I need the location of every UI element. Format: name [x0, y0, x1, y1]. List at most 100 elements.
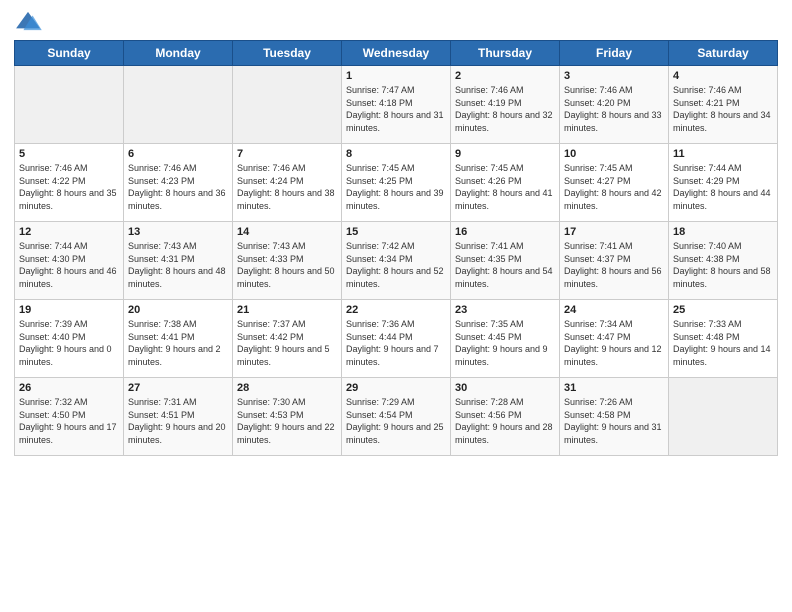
- day-number: 9: [455, 148, 555, 160]
- day-number: 6: [128, 148, 228, 160]
- day-info: Sunrise: 7:43 AM Sunset: 4:31 PM Dayligh…: [128, 240, 228, 290]
- day-number: 12: [19, 226, 119, 238]
- day-number: 23: [455, 304, 555, 316]
- day-info: Sunrise: 7:43 AM Sunset: 4:33 PM Dayligh…: [237, 240, 337, 290]
- calendar-cell: 31Sunrise: 7:26 AM Sunset: 4:58 PM Dayli…: [560, 378, 669, 456]
- day-info: Sunrise: 7:36 AM Sunset: 4:44 PM Dayligh…: [346, 318, 446, 368]
- calendar-cell: [669, 378, 778, 456]
- weekday-monday: Monday: [124, 41, 233, 66]
- day-number: 21: [237, 304, 337, 316]
- day-number: 25: [673, 304, 773, 316]
- day-info: Sunrise: 7:40 AM Sunset: 4:38 PM Dayligh…: [673, 240, 773, 290]
- day-number: 26: [19, 382, 119, 394]
- calendar-cell: 23 Sunrise: 7:35 AM Sunset: 4:45 PM Dayli…: [451, 300, 560, 378]
- day-info: Sunrise: 7:44 AM Sunset: 4:30 PM Dayligh…: [19, 240, 119, 290]
- day-number: 24: [564, 304, 664, 316]
- header: [14, 10, 778, 32]
- day-info: Sunrise: 7:45 AM Sunset: 4:26 PM Dayligh…: [455, 162, 555, 212]
- calendar-cell: 10 Sunrise: 7:45 AM Sunset: 4:27 PM Dayli…: [560, 144, 669, 222]
- calendar-cell: 21 Sunrise: 7:37 AM Sunset: 4:42 PM Dayli…: [233, 300, 342, 378]
- day-number: 29: [346, 382, 446, 394]
- weekday-tuesday: Tuesday: [233, 41, 342, 66]
- day-number: 28: [237, 382, 337, 394]
- day-number: 22: [346, 304, 446, 316]
- day-number: 19: [19, 304, 119, 316]
- calendar-cell: 9 Sunrise: 7:45 AM Sunset: 4:26 PM Daylig…: [451, 144, 560, 222]
- day-number: 15: [346, 226, 446, 238]
- week-row-2: 5Sunrise: 7:46 AM Sunset: 4:22 PM Daylig…: [15, 144, 778, 222]
- calendar-cell: 20Sunrise: 7:38 AM Sunset: 4:41 PM Dayli…: [124, 300, 233, 378]
- calendar-cell: 27 Sunrise: 7:31 AM Sunset: 4:51 PM Dayli…: [124, 378, 233, 456]
- week-row-3: 12 Sunrise: 7:44 AM Sunset: 4:30 PM Dayli…: [15, 222, 778, 300]
- calendar-cell: 7 Sunrise: 7:46 AM Sunset: 4:24 PM Daylig…: [233, 144, 342, 222]
- week-row-4: 19 Sunrise: 7:39 AM Sunset: 4:40 PM Dayli…: [15, 300, 778, 378]
- calendar-cell: [124, 66, 233, 144]
- calendar-cell: 8 Sunrise: 7:45 AM Sunset: 4:25 PM Daylig…: [342, 144, 451, 222]
- day-number: 27: [128, 382, 228, 394]
- day-info: Sunrise: 7:41 AM Sunset: 4:37 PM Dayligh…: [564, 240, 664, 290]
- day-number: 8: [346, 148, 446, 160]
- weekday-thursday: Thursday: [451, 41, 560, 66]
- day-number: 4: [673, 70, 773, 82]
- weekday-header-row: SundayMondayTuesdayWednesdayThursdayFrid…: [15, 41, 778, 66]
- weekday-friday: Friday: [560, 41, 669, 66]
- day-info: Sunrise: 7:35 AM Sunset: 4:45 PM Dayligh…: [455, 318, 555, 368]
- calendar-cell: [15, 66, 124, 144]
- main-container: SundayMondayTuesdayWednesdayThursdayFrid…: [0, 0, 792, 464]
- weekday-sunday: Sunday: [15, 41, 124, 66]
- calendar-cell: 26Sunrise: 7:32 AM Sunset: 4:50 PM Dayli…: [15, 378, 124, 456]
- calendar-cell: 18 Sunrise: 7:40 AM Sunset: 4:38 PM Dayli…: [669, 222, 778, 300]
- day-number: 1: [346, 70, 446, 82]
- day-info: Sunrise: 7:33 AM Sunset: 4:48 PM Dayligh…: [673, 318, 773, 368]
- weekday-wednesday: Wednesday: [342, 41, 451, 66]
- calendar-cell: 11 Sunrise: 7:44 AM Sunset: 4:29 PM Dayli…: [669, 144, 778, 222]
- day-number: 14: [237, 226, 337, 238]
- day-info: Sunrise: 7:37 AM Sunset: 4:42 PM Dayligh…: [237, 318, 337, 368]
- day-number: 2: [455, 70, 555, 82]
- weekday-saturday: Saturday: [669, 41, 778, 66]
- day-number: 18: [673, 226, 773, 238]
- calendar-cell: 15 Sunrise: 7:42 AM Sunset: 4:34 PM Dayli…: [342, 222, 451, 300]
- day-number: 7: [237, 148, 337, 160]
- day-number: 5: [19, 148, 119, 160]
- calendar-cell: 16Sunrise: 7:41 AM Sunset: 4:35 PM Dayli…: [451, 222, 560, 300]
- day-number: 3: [564, 70, 664, 82]
- day-info: Sunrise: 7:46 AM Sunset: 4:23 PM Dayligh…: [128, 162, 228, 212]
- day-info: Sunrise: 7:46 AM Sunset: 4:19 PM Dayligh…: [455, 84, 555, 134]
- day-info: Sunrise: 7:42 AM Sunset: 4:34 PM Dayligh…: [346, 240, 446, 290]
- calendar-cell: 3Sunrise: 7:46 AM Sunset: 4:20 PM Daylig…: [560, 66, 669, 144]
- day-info: Sunrise: 7:26 AM Sunset: 4:58 PM Dayligh…: [564, 396, 664, 446]
- day-info: Sunrise: 7:46 AM Sunset: 4:21 PM Dayligh…: [673, 84, 773, 134]
- calendar-table: SundayMondayTuesdayWednesdayThursdayFrid…: [14, 40, 778, 456]
- calendar-cell: 29Sunrise: 7:29 AM Sunset: 4:54 PM Dayli…: [342, 378, 451, 456]
- day-number: 10: [564, 148, 664, 160]
- day-info: Sunrise: 7:46 AM Sunset: 4:24 PM Dayligh…: [237, 162, 337, 212]
- day-info: Sunrise: 7:28 AM Sunset: 4:56 PM Dayligh…: [455, 396, 555, 446]
- calendar-cell: 1 Sunrise: 7:47 AM Sunset: 4:18 PM Daylig…: [342, 66, 451, 144]
- calendar-cell: 25 Sunrise: 7:33 AM Sunset: 4:48 PM Dayli…: [669, 300, 778, 378]
- calendar-cell: 28Sunrise: 7:30 AM Sunset: 4:53 PM Dayli…: [233, 378, 342, 456]
- day-info: Sunrise: 7:47 AM Sunset: 4:18 PM Dayligh…: [346, 84, 446, 134]
- day-info: Sunrise: 7:41 AM Sunset: 4:35 PM Dayligh…: [455, 240, 555, 290]
- day-number: 30: [455, 382, 555, 394]
- logo-icon: [14, 10, 42, 32]
- day-number: 20: [128, 304, 228, 316]
- calendar-cell: 5Sunrise: 7:46 AM Sunset: 4:22 PM Daylig…: [15, 144, 124, 222]
- day-info: Sunrise: 7:45 AM Sunset: 4:27 PM Dayligh…: [564, 162, 664, 212]
- calendar-cell: 17 Sunrise: 7:41 AM Sunset: 4:37 PM Dayli…: [560, 222, 669, 300]
- day-number: 11: [673, 148, 773, 160]
- day-info: Sunrise: 7:31 AM Sunset: 4:51 PM Dayligh…: [128, 396, 228, 446]
- calendar-cell: 14 Sunrise: 7:43 AM Sunset: 4:33 PM Dayli…: [233, 222, 342, 300]
- day-info: Sunrise: 7:45 AM Sunset: 4:25 PM Dayligh…: [346, 162, 446, 212]
- day-number: 13: [128, 226, 228, 238]
- calendar-cell: 6 Sunrise: 7:46 AM Sunset: 4:23 PM Daylig…: [124, 144, 233, 222]
- week-row-1: 1 Sunrise: 7:47 AM Sunset: 4:18 PM Daylig…: [15, 66, 778, 144]
- day-info: Sunrise: 7:39 AM Sunset: 4:40 PM Dayligh…: [19, 318, 119, 368]
- logo: [14, 10, 46, 32]
- calendar-cell: 2 Sunrise: 7:46 AM Sunset: 4:19 PM Daylig…: [451, 66, 560, 144]
- calendar-cell: 12 Sunrise: 7:44 AM Sunset: 4:30 PM Dayli…: [15, 222, 124, 300]
- day-info: Sunrise: 7:44 AM Sunset: 4:29 PM Dayligh…: [673, 162, 773, 212]
- calendar-cell: 4 Sunrise: 7:46 AM Sunset: 4:21 PM Daylig…: [669, 66, 778, 144]
- calendar-cell: 19 Sunrise: 7:39 AM Sunset: 4:40 PM Dayli…: [15, 300, 124, 378]
- day-number: 17: [564, 226, 664, 238]
